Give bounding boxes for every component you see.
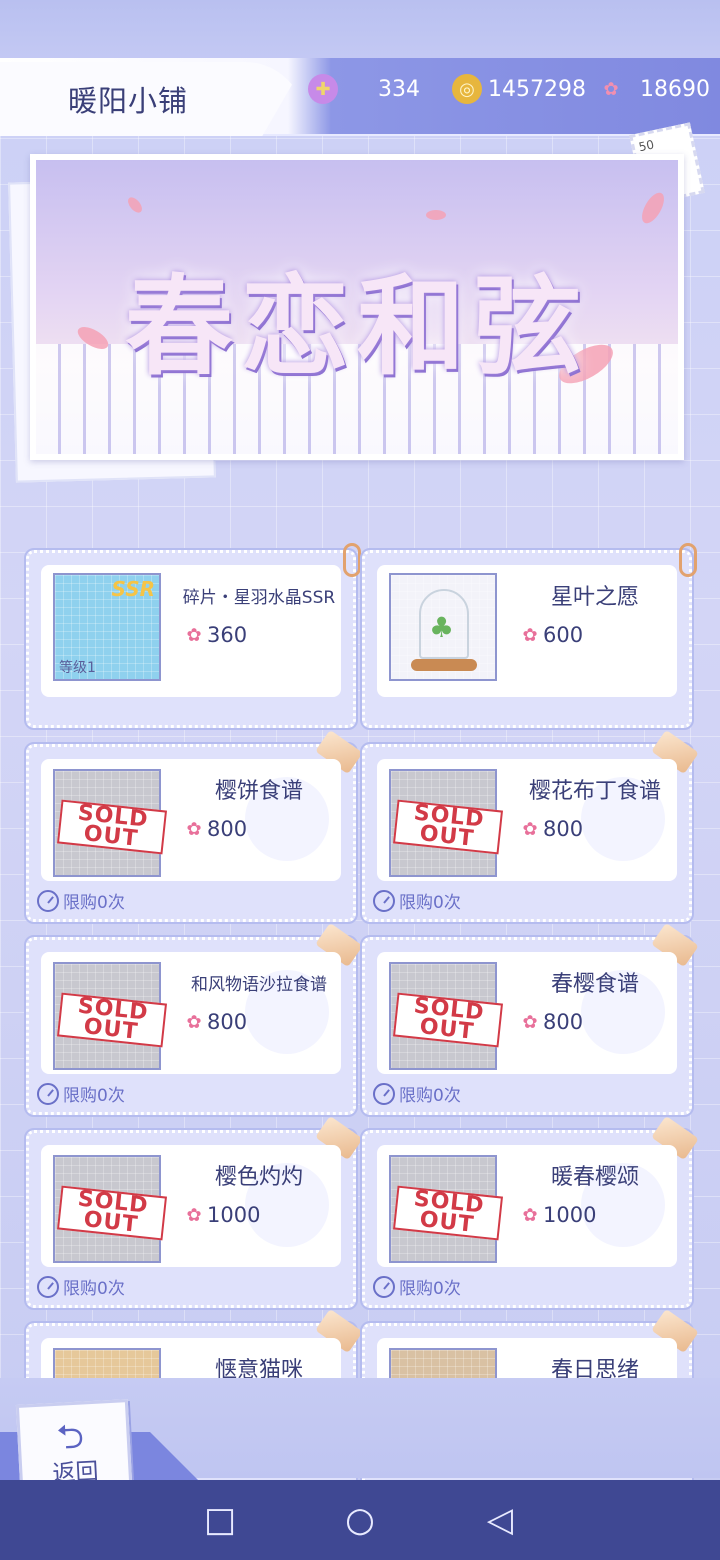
price-value: 360	[207, 623, 248, 647]
limit-text: 限购0次	[63, 1279, 125, 1299]
paperclip-icon	[679, 543, 697, 577]
item-name: 樱色灼灼	[214, 1165, 303, 1190]
item-thumbnail: SOLD OUT	[389, 962, 504, 1070]
sold-out-tag: SOLD OUT	[392, 799, 504, 855]
item-price: ✿ 800	[519, 817, 583, 841]
card-body: SOLD OUT 樱花布丁食谱 ✿ 800	[377, 759, 677, 881]
purchase-limit: 限购0次	[37, 1274, 125, 1299]
item-name: 星叶之愿	[550, 585, 639, 610]
home-button[interactable]: ○	[330, 1500, 390, 1540]
item-price: ✿ 360	[183, 623, 247, 647]
item-name: 碎片・星羽水晶SSR	[182, 588, 336, 608]
sold-out-tag: SOLD OUT	[56, 799, 168, 855]
purchase-limit: 限购0次	[373, 1081, 461, 1106]
shop-item-grid: SSR 等级1 碎片・星羽水晶SSR ✿ 360 ♣ 星叶之愿 ✿ 600 SO…	[0, 0, 720, 1503]
shop-item-card[interactable]: SOLD OUT 樱色灼灼 ✿ 1000 限购0次	[24, 1115, 363, 1310]
sakura-petal-icon: ✿	[186, 1011, 202, 1033]
shop-item-card[interactable]: SOLD OUT 和风物语沙拉食谱 ✿ 800 限购0次	[24, 922, 363, 1117]
limit-text: 限购0次	[399, 893, 461, 913]
sakura-petal-icon: ✿	[522, 624, 538, 646]
clover-icon: ♣	[429, 611, 455, 644]
clock-icon	[373, 889, 395, 912]
item-thumbnail: SOLD OUT	[53, 962, 168, 1070]
shop-item-card[interactable]: SOLD OUT 樱饼食谱 ✿ 800 限购0次	[24, 729, 363, 924]
sakura-petal-icon: ✿	[522, 1011, 538, 1033]
clock-icon	[373, 1082, 395, 1105]
price-value: 1000	[207, 1203, 261, 1227]
price-value: 800	[543, 817, 584, 841]
shop-item-card[interactable]: SOLD OUT 暖春樱颂 ✿ 1000 限购0次	[360, 1115, 699, 1310]
item-thumbnail: SOLD OUT	[389, 1155, 504, 1263]
item-thumbnail: ♣	[389, 573, 497, 681]
recent-apps-button[interactable]: □	[190, 1500, 250, 1540]
sakura-petal-icon: ✿	[522, 1204, 538, 1226]
price-value: 1000	[543, 1203, 597, 1227]
level-label: 等级1	[59, 660, 96, 676]
item-price: ✿ 800	[183, 1010, 247, 1034]
price-value: 800	[207, 1010, 248, 1034]
sakura-petal-icon: ✿	[522, 818, 538, 840]
item-price: ✿ 1000	[183, 1203, 260, 1227]
shop-item-card[interactable]: SOLD OUT 春樱食谱 ✿ 800 限购0次	[360, 922, 699, 1117]
item-thumbnail: SOLD OUT	[53, 1155, 168, 1263]
sakura-petal-icon: ✿	[186, 1204, 202, 1226]
item-thumbnail: SOLD OUT	[53, 769, 168, 877]
item-price: ✿ 1000	[519, 1203, 596, 1227]
price-value: 800	[207, 817, 248, 841]
purchase-limit: 限购0次	[37, 888, 125, 913]
clock-icon	[37, 889, 59, 912]
purchase-limit: 限购0次	[37, 1081, 125, 1106]
item-name: 春樱食谱	[550, 972, 639, 997]
card-body: ♣ 星叶之愿 ✿ 600	[377, 565, 677, 697]
item-name: 和风物语沙拉食谱	[191, 975, 327, 995]
item-name: 樱饼食谱	[214, 779, 303, 804]
price-value: 600	[543, 623, 584, 647]
back-button[interactable]: ⮌ 返回	[15, 1399, 133, 1489]
sakura-petal-icon: ✿	[186, 818, 202, 840]
sold-out-tag: SOLD OUT	[56, 1185, 168, 1241]
limit-text: 限购0次	[63, 1086, 125, 1106]
purchase-limit: 限购0次	[373, 888, 461, 913]
sold-out-tag: SOLD OUT	[392, 1185, 504, 1241]
item-name: 暖春樱颂	[550, 1165, 639, 1190]
limit-text: 限购0次	[399, 1086, 461, 1106]
card-body: SOLD OUT 樱饼食谱 ✿ 800	[41, 759, 341, 881]
system-back-button[interactable]: ◁	[470, 1500, 530, 1540]
clock-icon	[37, 1082, 59, 1105]
clock-icon	[373, 1275, 395, 1298]
card-body: SOLD OUT 春樱食谱 ✿ 800	[377, 952, 677, 1074]
item-price: ✿ 800	[183, 817, 247, 841]
limit-text: 限购0次	[399, 1279, 461, 1299]
sold-out-tag: SOLD OUT	[392, 992, 504, 1048]
purchase-limit: 限购0次	[373, 1274, 461, 1299]
sakura-petal-icon: ✿	[186, 624, 202, 646]
item-price: ✿ 800	[519, 1010, 583, 1034]
item-name: 樱花布丁食谱	[528, 779, 661, 804]
shop-item-card[interactable]: ♣ 星叶之愿 ✿ 600	[360, 543, 697, 730]
limit-text: 限购0次	[63, 893, 125, 913]
sold-out-tag: SOLD OUT	[56, 992, 168, 1048]
card-body: SOLD OUT 暖春樱颂 ✿ 1000	[377, 1145, 677, 1267]
card-body: SOLD OUT 和风物语沙拉食谱 ✿ 800	[41, 952, 341, 1074]
item-thumbnail: SOLD OUT	[389, 769, 504, 877]
wooden-base-icon	[411, 659, 477, 671]
card-body: SOLD OUT 樱色灼灼 ✿ 1000	[41, 1145, 341, 1267]
price-value: 800	[543, 1010, 584, 1034]
shop-item-card[interactable]: SOLD OUT 樱花布丁食谱 ✿ 800 限购0次	[360, 729, 699, 924]
card-body: SSR 等级1 碎片・星羽水晶SSR ✿ 360	[41, 565, 341, 697]
item-price: ✿ 600	[519, 623, 583, 647]
paperclip-icon	[343, 543, 361, 577]
clock-icon	[37, 1275, 59, 1298]
item-thumbnail: SSR 等级1	[53, 573, 161, 681]
system-nav-bar: □ ○ ◁	[0, 1480, 720, 1560]
shop-item-card[interactable]: SSR 等级1 碎片・星羽水晶SSR ✿ 360	[24, 543, 361, 730]
ssr-badge: SSR	[111, 577, 156, 601]
